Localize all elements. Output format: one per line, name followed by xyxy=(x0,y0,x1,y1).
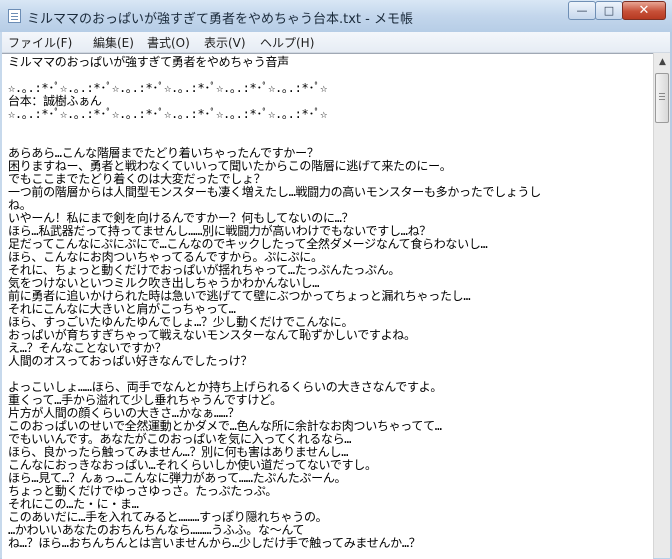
minimize-button[interactable]: — xyxy=(568,1,596,20)
scroll-up-arrow-icon[interactable]: ▲ xyxy=(654,53,671,70)
menu-view[interactable]: 表示(V) xyxy=(204,34,246,51)
maximize-icon: □ xyxy=(603,4,615,17)
menu-bar: ファイル(F) 編集(E) 書式(O) 表示(V) ヘルプ(H) xyxy=(2,32,670,53)
menu-format[interactable]: 書式(O) xyxy=(147,34,190,51)
notepad-app-icon[interactable] xyxy=(8,9,21,23)
menu-help[interactable]: ヘルプ(H) xyxy=(260,34,314,51)
text-line: 一つ前の階層からは人間型モンスターも凄く増えたし…戦闘力の高いモンスターも多かっ… xyxy=(8,185,541,199)
minimize-icon: — xyxy=(576,4,588,17)
menu-file[interactable]: ファイル(F) xyxy=(8,34,72,51)
title-bar[interactable]: ミルママのおっぱいが強すぎて勇者をやめちゃう台本.txt - メモ帳 — □ ✕ xyxy=(0,0,672,32)
text-line: 人間のオスっておっぱい好きなんでしたっけ？ xyxy=(8,354,253,368)
close-icon: ✕ xyxy=(638,3,650,18)
maximize-button[interactable]: □ xyxy=(595,1,623,20)
editor-text: ミルママのおっぱいが強すぎて勇者をやめちゃう音声 ☆.｡.:*･ﾟ☆.｡.:*･ﾟ… xyxy=(8,56,541,550)
close-button[interactable]: ✕ xyxy=(622,1,666,20)
window-title: ミルママのおっぱいが強すぎて勇者をやめちゃう台本.txt - メモ帳 xyxy=(27,12,413,27)
text-line: ミルママのおっぱいが強すぎて勇者をやめちゃう音声 xyxy=(8,55,289,69)
vertical-scrollbar[interactable]: ▲ xyxy=(653,53,671,558)
caption-buttons: — □ ✕ xyxy=(568,1,666,20)
menu-edit[interactable]: 編集(E) xyxy=(93,34,134,51)
text-line xyxy=(8,121,541,134)
scroll-thumb[interactable] xyxy=(655,73,669,123)
notepad-window: ミルママのおっぱいが強すぎて勇者をやめちゃう台本.txt - メモ帳 — □ ✕… xyxy=(0,0,672,559)
text-line: ☆.｡.:*･ﾟ☆.｡.:*･ﾟ☆.｡.:*･ﾟ☆.｡.:*･ﾟ☆.｡.:*･ﾟ… xyxy=(8,107,328,121)
text-editor[interactable]: ミルママのおっぱいが強すぎて勇者をやめちゃう音声 ☆.｡.:*･ﾟ☆.｡.:*･ﾟ… xyxy=(2,53,653,559)
text-line: ね…？ほら…おちんちんとは言いませんから…少しだけ手で触ってみませんか…？ xyxy=(8,536,421,550)
